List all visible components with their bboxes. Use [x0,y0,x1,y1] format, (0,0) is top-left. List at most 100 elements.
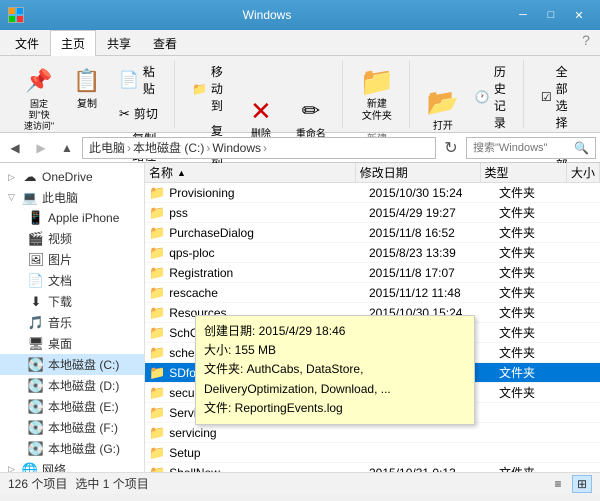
col-header-size[interactable]: 大小 [567,163,600,182]
move-to-button[interactable]: 📁 移动到 [185,60,234,117]
file-name-cell: 📁Setup [145,445,365,461]
col-header-name[interactable]: 名称 ▲ [145,163,356,182]
f-drive-label: 本地磁盘 (F:) [48,419,118,436]
breadcrumb-c-drive[interactable]: 本地磁盘 (C:) [133,139,204,156]
rename-icon: ✏ [295,95,327,127]
sidebar-item-c-drive[interactable]: 💽 本地磁盘 (C:) [0,354,144,375]
sidebar-item-pictures[interactable]: 🖼 图片 [0,249,144,270]
file-name-cell: 📁PurchaseDialog [145,225,365,241]
file-type-cell: 文件夹 [495,224,585,241]
title-bar-icons [8,7,24,23]
breadcrumb-computer[interactable]: 此电脑 [89,139,125,156]
large-icon-view-button[interactable]: ⊞ [572,475,592,493]
sidebar-item-e-drive[interactable]: 💽 本地磁盘 (E:) [0,396,144,417]
new-folder-icon: 📁 [361,65,393,97]
view-controls: ≡ ⊞ [548,475,592,493]
open-label: 打开 [433,121,453,133]
copy-label: 复制 [77,99,97,111]
file-name: qps-ploc [169,246,214,260]
file-type-cell: 文件夹 [495,304,585,321]
sidebar-item-g-drive[interactable]: 💽 本地磁盘 (G:) [0,438,144,459]
minimize-button[interactable]: ─ [510,5,536,25]
tab-share[interactable]: 共享 [96,30,142,56]
table-row[interactable]: 📁Setup [145,443,600,463]
table-row[interactable]: 📁Provisioning2015/10/30 15:24文件夹 [145,183,600,203]
file-type-cell: 文件夹 [495,464,585,472]
refresh-button[interactable]: ↻ [440,137,462,159]
sidebar-item-f-drive[interactable]: 💽 本地磁盘 (F:) [0,417,144,438]
folder-icon: 📁 [149,225,165,241]
copy-button[interactable]: 📋 复制 [64,60,110,116]
new-folder-label: 新建文件夹 [362,99,392,123]
folder-icon: 📁 [149,285,165,301]
up-button[interactable]: ▲ [56,137,78,159]
table-row[interactable]: 📁PurchaseDialog2015/11/8 16:52文件夹 [145,223,600,243]
close-button[interactable]: ✕ [566,5,592,25]
file-type-cell: 文件夹 [495,364,585,381]
back-button[interactable]: ◀ [4,137,26,159]
history-button[interactable]: 🕐 历史记录 [468,60,515,134]
table-row[interactable]: 📁Registration2015/11/8 17:07文件夹 [145,263,600,283]
search-input[interactable] [473,142,574,154]
pictures-label: 图片 [48,251,72,268]
new-folder-button[interactable]: 📁 新建文件夹 [353,60,401,128]
sidebar-item-d-drive[interactable]: 💽 本地磁盘 (D:) [0,375,144,396]
sidebar-item-documents[interactable]: 📄 文档 [0,270,144,291]
open-button[interactable]: 📂 打开 [420,82,466,138]
table-row[interactable]: 📁pss2015/4/29 19:27文件夹 [145,203,600,223]
search-icon: 🔍 [574,141,589,155]
pin-label: 固定到"快速访问" [23,99,55,131]
sidebar-item-downloads[interactable]: ⬇ 下载 [0,291,144,312]
table-row[interactable]: 📁servicing [145,423,600,443]
sidebar-item-music[interactable]: 🎵 音乐 [0,312,144,333]
window-controls: ─ □ ✕ [510,5,592,25]
cut-icon: ✂ [119,106,130,122]
selected-count: 选中 1 个项目 [75,475,148,492]
table-row[interactable]: 📁ShellNew2015/10/31 0:13文件夹 [145,463,600,472]
sidebar-item-videos[interactable]: 🎬 视频 [0,228,144,249]
sidebar-item-thispc[interactable]: ▽ 💻 此电脑 [0,187,144,208]
paste-label: 粘贴 [143,63,159,97]
tab-view[interactable]: 查看 [142,30,188,56]
music-label: 音乐 [48,314,72,331]
file-type-cell: 文件夹 [495,264,585,281]
details-view-button[interactable]: ≡ [548,475,568,493]
select-all-button[interactable]: ☑ 全部选择 [534,60,584,134]
tab-home[interactable]: 主页 [50,30,96,56]
cut-button[interactable]: ✂ 剪切 [112,102,166,125]
col-date-label: 修改日期 [360,164,408,181]
videos-label: 视频 [48,230,72,247]
d-drive-label: 本地磁盘 (D:) [48,377,119,394]
search-bar[interactable]: 🔍 [466,137,596,159]
forward-button[interactable]: ▶ [30,137,52,159]
sidebar-item-iphone[interactable]: 📱 Apple iPhone [0,208,144,228]
move-to-label: 移动到 [211,63,227,114]
breadcrumb-windows[interactable]: Windows [212,141,261,155]
table-row[interactable]: 📁qps-ploc2015/8/23 13:39文件夹 [145,243,600,263]
col-header-date[interactable]: 修改日期 [356,163,481,182]
col-header-type[interactable]: 类型 [481,163,567,182]
file-name: Setup [169,446,200,460]
documents-label: 文档 [48,272,72,289]
ribbon-help-button[interactable]: ? [576,30,596,50]
table-row[interactable]: 📁rescache2015/11/12 11:48文件夹 [145,283,600,303]
copy-icon: 📋 [71,65,103,97]
organize-buttons: 📁 移动到 📁 复制到 ✕ 删除 ✏ 重命名 [185,60,334,176]
file-type-cell: 文件夹 [495,284,585,301]
paste-button[interactable]: 📄 粘贴 [112,60,166,100]
history-icon: 🕐 [475,90,490,104]
onedrive-label: OneDrive [42,170,93,184]
tab-file[interactable]: 文件 [4,30,50,56]
f-drive-icon: 💽 [28,420,44,436]
pin-quick-access-button[interactable]: 📌 固定到"快速访问" [16,60,62,136]
window-icon [8,7,24,23]
maximize-button[interactable]: □ [538,5,564,25]
file-name: ShellNew [169,466,220,473]
sidebar-item-network[interactable]: ▷ 🌐 网络 [0,459,144,472]
breadcrumb-bar[interactable]: 此电脑 › 本地磁盘 (C:) › Windows › [82,137,436,159]
sidebar: ▷ ☁ OneDrive ▽ 💻 此电脑 📱 Apple iPhone 🎬 视频… [0,163,145,472]
file-name-cell: 📁servicing [145,425,365,441]
sidebar-item-onedrive[interactable]: ▷ ☁ OneDrive [0,167,144,187]
file-date-cell: 2015/10/30 15:24 [365,186,495,200]
sidebar-item-desktop[interactable]: 🖥 桌面 [0,333,144,354]
